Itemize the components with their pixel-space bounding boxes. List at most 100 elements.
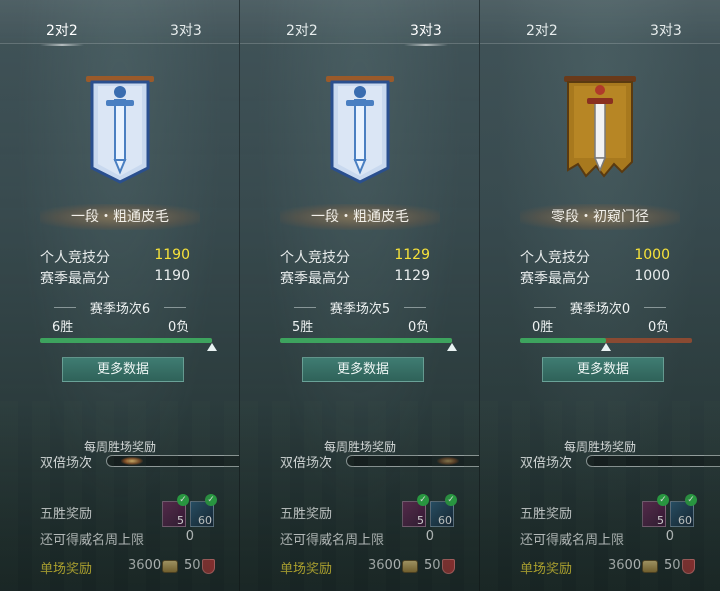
season-games: 赛季场次5	[280, 298, 440, 318]
more-data-button[interactable]: 更多数据	[542, 357, 664, 382]
single-game-reward-row: 单场奖励 3600 50	[280, 556, 460, 578]
personal-score-row: 个人竞技分 1190	[40, 247, 210, 266]
blue-banner-sword-icon	[320, 72, 400, 184]
personal-score-value: 1129	[394, 247, 430, 263]
shield-icon	[442, 559, 455, 574]
personal-score-label: 个人竞技分	[280, 250, 350, 266]
treasure-chest-icon[interactable]: ✓ 5	[162, 494, 189, 527]
season-best-row: 赛季最高分 1190	[40, 268, 210, 287]
personal-score-row: 个人竞技分 1000	[520, 247, 690, 266]
fame-limit-value: 0	[425, 529, 434, 544]
double-games-row: 双倍场次 0	[40, 452, 239, 471]
check-icon: ✓	[685, 494, 697, 506]
shield-icon	[202, 559, 215, 574]
five-win-reward-row: 五胜奖励 ✓ 5 ✓ 60	[520, 494, 700, 527]
tab-3v3[interactable]: 3对3	[650, 20, 682, 40]
season-best-row: 赛季最高分 1129	[280, 268, 450, 287]
double-games-track	[586, 455, 720, 467]
season-best-value: 1190	[154, 268, 190, 284]
coin-icon	[162, 560, 178, 573]
rank-title: 一段・粗通皮毛	[40, 204, 200, 230]
tab-2v2[interactable]: 2对2	[526, 20, 558, 40]
blue-banner-sword-icon	[80, 72, 160, 184]
shield-reward-value: 50	[424, 558, 441, 573]
check-icon: ✓	[417, 494, 429, 506]
fame-limit-row: 还可得威名周上限 0	[280, 527, 460, 549]
win-bar-fill	[40, 338, 212, 343]
five-win-reward-row: 五胜奖励 ✓ 5 ✓ 60	[40, 494, 220, 527]
single-game-reward-row: 单场奖励 3600 50	[40, 556, 220, 578]
double-games-label: 双倍场次	[40, 456, 93, 471]
double-games-label: 双倍场次	[280, 456, 333, 471]
five-win-reward-label: 五胜奖励	[520, 507, 573, 522]
double-games-label: 双倍场次	[520, 456, 573, 471]
five-win-reward-label: 五胜奖励	[40, 507, 93, 522]
season-best-value: 1129	[394, 268, 430, 284]
wins-count: 6胜	[52, 320, 74, 335]
season-best-value: 1000	[634, 268, 670, 284]
personal-score-value: 1190	[154, 247, 190, 263]
double-games-row: 双倍场次 0	[280, 452, 479, 471]
win-bar-marker	[601, 343, 611, 351]
spark-effect-icon	[437, 457, 459, 465]
spark-effect-icon	[121, 457, 143, 465]
blade-item-icon[interactable]: ✓ 60	[430, 494, 457, 527]
more-data-button[interactable]: 更多数据	[62, 357, 184, 382]
wins-count: 5胜	[292, 320, 314, 335]
treasure-chest-icon[interactable]: ✓ 5	[402, 494, 429, 527]
win-loss-bar	[280, 338, 457, 351]
fame-limit-value: 0	[665, 529, 674, 544]
gold-banner-sword-icon	[560, 72, 640, 184]
blade-item-icon[interactable]: ✓ 60	[190, 494, 217, 527]
win-loss-bar	[520, 338, 692, 351]
treasure-chest-icon[interactable]: ✓ 5	[642, 494, 669, 527]
item-count: 5	[177, 514, 184, 527]
tab-2v2[interactable]: 2对2	[286, 20, 318, 40]
single-game-reward-row: 单场奖励 3600 50	[520, 556, 700, 578]
tab-2v2[interactable]: 2对2	[40, 20, 84, 46]
season-best-row: 赛季最高分 1000	[520, 268, 690, 287]
mode-tabs: 2对2 3对3	[240, 0, 479, 46]
fame-limit-row: 还可得威名周上限 0	[520, 527, 700, 549]
personal-score-label: 个人竞技分	[520, 250, 590, 266]
arena-panel-2v2: 2对2 3对3 一段・粗通皮毛 个人竞技分 1190 赛季最高分 1190 赛季…	[0, 0, 240, 591]
rank-title: 一段・粗通皮毛	[280, 204, 440, 230]
five-win-reward-row: 五胜奖励 ✓ 5 ✓ 60	[280, 494, 460, 527]
five-win-reward-label: 五胜奖励	[280, 507, 333, 522]
mode-tabs: 2对2 3对3	[480, 0, 720, 44]
item-count: 5	[657, 514, 664, 527]
check-icon: ✓	[205, 494, 217, 506]
coin-icon	[642, 560, 658, 573]
fame-limit-label: 还可得威名周上限	[40, 533, 145, 548]
losses-count: 0负	[648, 320, 670, 335]
season-best-label: 赛季最高分	[40, 271, 110, 287]
tab-3v3[interactable]: 3对3	[404, 20, 448, 46]
blade-item-icon[interactable]: ✓ 60	[670, 494, 697, 527]
item-count: 5	[417, 514, 424, 527]
arena-panels: 2对2 3对3 一段・粗通皮毛 个人竞技分 1190 赛季最高分 1190 赛季…	[0, 0, 720, 591]
fame-limit-label: 还可得威名周上限	[280, 533, 385, 548]
shield-reward-value: 50	[664, 558, 681, 573]
fame-limit-row: 还可得威名周上限 0	[40, 527, 220, 549]
fame-limit-label: 还可得威名周上限	[520, 533, 625, 548]
personal-score-row: 个人竞技分 1129	[280, 247, 450, 266]
arena-panel-3: 2对2 3对3 零段・初窥门径 个人竞技分 1000 赛季最高分 1000 赛季…	[480, 0, 720, 591]
more-data-button[interactable]: 更多数据	[302, 357, 424, 382]
shield-reward-value: 50	[184, 558, 201, 573]
check-icon: ✓	[177, 494, 189, 506]
single-game-reward-label: 单场奖励	[280, 562, 333, 577]
arena-panel-3v3: 2对2 3对3 一段・粗通皮毛 个人竞技分 1129 赛季最高分 1129 赛季…	[240, 0, 480, 591]
win-bar-fill	[520, 338, 606, 343]
tab-3v3[interactable]: 3对3	[170, 20, 202, 40]
item-count: 60	[438, 514, 452, 527]
fame-limit-value: 0	[185, 529, 194, 544]
rank-title: 零段・初窥门径	[520, 204, 680, 230]
double-games-track	[346, 455, 479, 467]
check-icon: ✓	[445, 494, 457, 506]
single-game-reward-label: 单场奖励	[520, 562, 573, 577]
shield-icon	[682, 559, 695, 574]
double-games-row: 双倍场次 0	[520, 452, 720, 471]
single-game-reward-label: 单场奖励	[40, 562, 93, 577]
win-bar-fill	[280, 338, 452, 343]
win-loss-bar	[40, 338, 217, 351]
